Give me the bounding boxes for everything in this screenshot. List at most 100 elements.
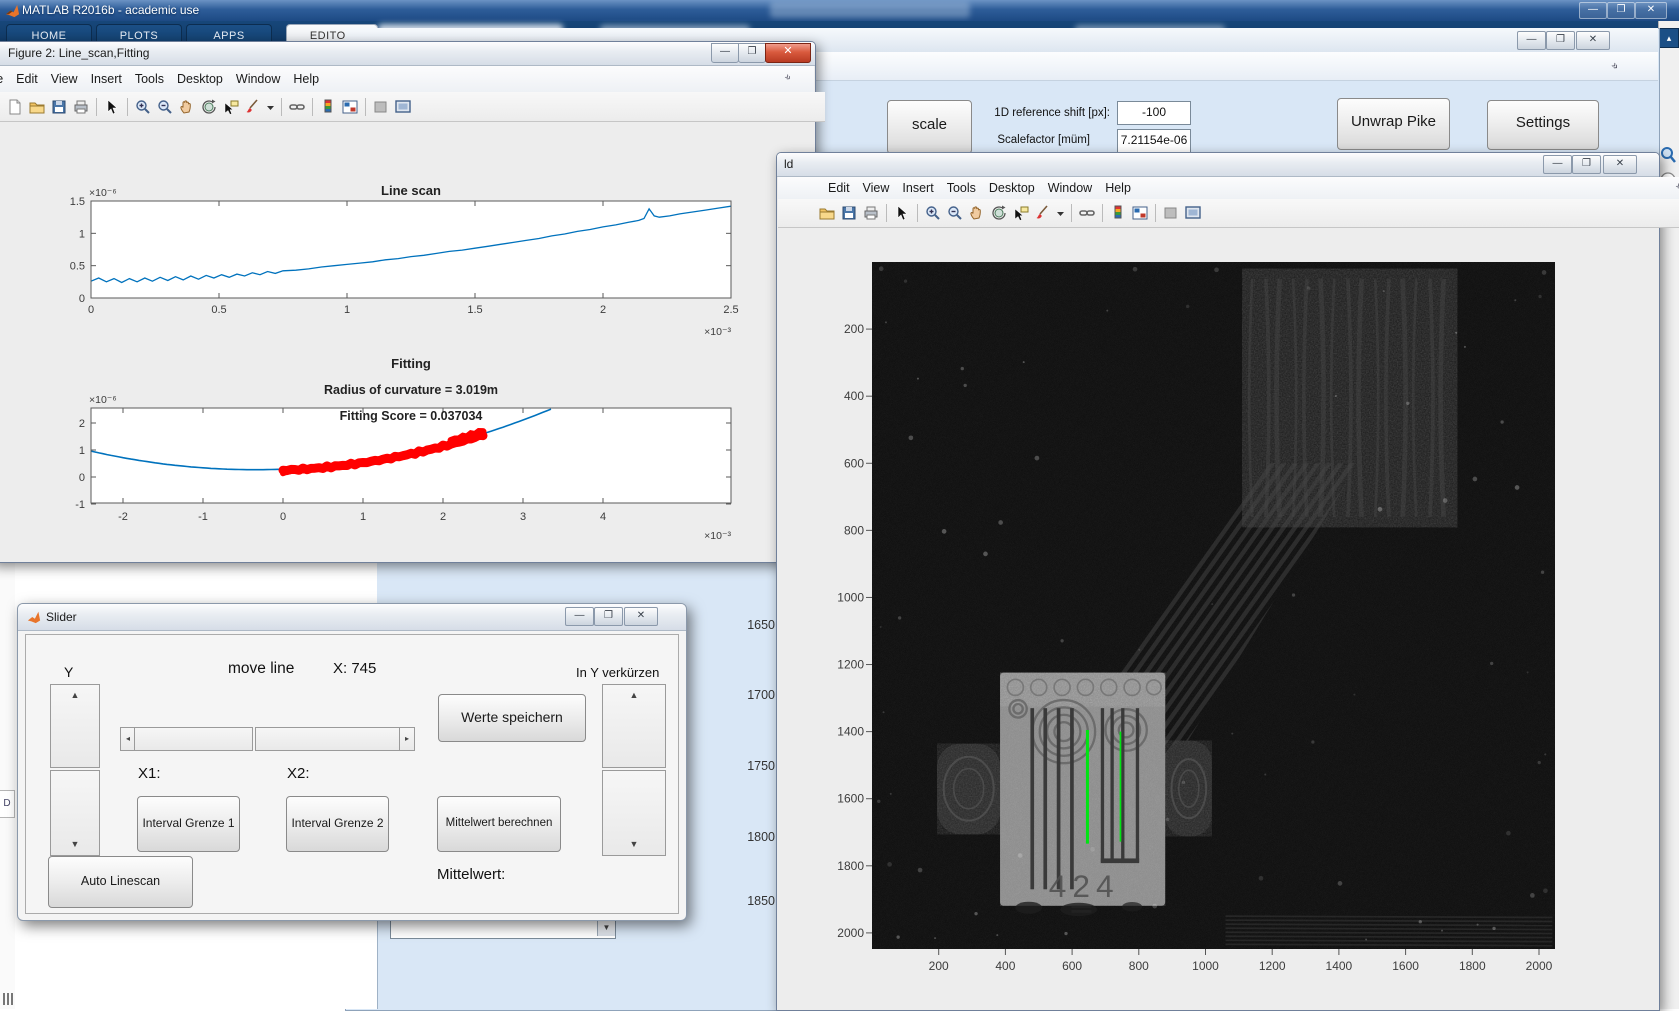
close-button[interactable]: ✕ xyxy=(624,607,658,626)
colorbar-icon[interactable] xyxy=(319,98,337,116)
main-title-bar: MATLAB R2016b - academic use — ❐ ✕ xyxy=(0,0,1679,21)
slider-track-left[interactable] xyxy=(134,727,253,751)
close-button[interactable]: ✕ xyxy=(1576,31,1610,50)
minimize-button[interactable]: — xyxy=(1543,155,1572,174)
menu-item-insert[interactable]: Insert xyxy=(902,181,933,195)
search-icon[interactable] xyxy=(1660,146,1677,164)
close-button[interactable]: ✕ xyxy=(1603,155,1637,174)
move-line-label: move line xyxy=(228,660,294,678)
restore-button[interactable]: ❐ xyxy=(1572,155,1601,174)
maximize-button[interactable]: ❐ xyxy=(1607,2,1635,19)
dock-arrow-icon[interactable]: » xyxy=(1609,60,1622,73)
menu-item-view[interactable]: View xyxy=(51,72,78,86)
menu-item-view[interactable]: View xyxy=(863,181,890,195)
data-cursor-icon[interactable] xyxy=(222,98,240,116)
menu-item-desktop[interactable]: Desktop xyxy=(989,181,1035,195)
menu-item-desktop[interactable]: Desktop xyxy=(177,72,223,86)
rotate-3d-icon[interactable] xyxy=(990,204,1008,222)
menu-item-edit[interactable]: Edit xyxy=(828,181,850,195)
save-icon[interactable] xyxy=(840,204,858,222)
interval-limit1-button[interactable]: Interval Grenze 1 xyxy=(137,796,240,852)
image-figure-title-bar[interactable]: ld xyxy=(777,153,1659,177)
y-scroll-up[interactable]: ▲ xyxy=(50,684,100,768)
data-cursor-icon[interactable] xyxy=(1012,204,1030,222)
save-values-button[interactable]: Werte speichern xyxy=(438,694,586,742)
slider-title-bar[interactable]: Slider — ❐ ✕ xyxy=(18,604,686,631)
caret-down-icon[interactable] xyxy=(1056,204,1065,222)
reference-shift-field[interactable]: -100 xyxy=(1117,101,1191,125)
shorten-scroll-down[interactable]: ▼ xyxy=(602,770,666,856)
svg-text:1: 1 xyxy=(344,304,350,316)
close-button[interactable]: ✕ xyxy=(765,43,811,63)
menu-item-edit[interactable]: Edit xyxy=(16,72,38,86)
menu-item-window[interactable]: Window xyxy=(236,72,280,86)
svg-text:-1: -1 xyxy=(198,511,208,523)
calculate-mean-button[interactable]: Mittelwert berechnen xyxy=(437,796,561,852)
menu-item-tools[interactable]: Tools xyxy=(135,72,164,86)
new-file-icon[interactable] xyxy=(6,98,24,116)
dock-pin-icon[interactable]: ▴ xyxy=(1659,28,1679,48)
auto-linescan-button[interactable]: Auto Linescan xyxy=(48,856,193,908)
figure2-title-bar[interactable]: Figure 2: Line_scan,Fitting xyxy=(0,42,815,66)
unwrap-pike-button[interactable]: Unwrap Pike xyxy=(1337,98,1450,150)
minimize-button[interactable]: — xyxy=(565,607,594,626)
legend-icon[interactable] xyxy=(1131,204,1149,222)
arrow-cursor-icon[interactable] xyxy=(103,98,121,116)
zoom-out-icon[interactable] xyxy=(946,204,964,222)
dock-arrow-icon[interactable]: » xyxy=(1673,181,1679,193)
image-figure-title: ld xyxy=(784,157,793,171)
figure2-plots[interactable]: 00.511.522.500.511.5Line scan×10⁻⁶×10⁻³-… xyxy=(40,150,780,575)
link-plots-icon[interactable] xyxy=(288,98,306,116)
menu-item-tools[interactable]: Tools xyxy=(947,181,976,195)
legend-icon[interactable] xyxy=(341,98,359,116)
dock-gray-icon[interactable] xyxy=(372,98,390,116)
scalefactor-field[interactable]: 7.21154e-06 xyxy=(1117,129,1191,153)
pan-hand-icon[interactable] xyxy=(968,204,986,222)
dock-arrow-icon[interactable]: » xyxy=(782,72,794,84)
rotate-3d-icon[interactable] xyxy=(200,98,218,116)
dropdown-select[interactable]: ▼ xyxy=(390,919,616,939)
shorten-scroll-up[interactable]: ▲ xyxy=(602,684,666,768)
arrow-cursor-icon[interactable] xyxy=(893,204,911,222)
print-icon[interactable] xyxy=(72,98,90,116)
open-folder-icon[interactable] xyxy=(28,98,46,116)
zoom-in-icon[interactable] xyxy=(924,204,942,222)
restore-button[interactable]: ❐ xyxy=(1546,31,1575,50)
chevron-down-icon[interactable]: ▼ xyxy=(597,920,615,936)
dock-monitor-icon[interactable] xyxy=(394,98,412,116)
link-plots-icon[interactable] xyxy=(1078,204,1096,222)
save-icon[interactable] xyxy=(50,98,68,116)
slider-track-right[interactable] xyxy=(255,727,401,751)
slider-right-arrow[interactable]: ▸ xyxy=(399,727,415,751)
minimize-button[interactable]: — xyxy=(1517,31,1546,50)
print-icon[interactable] xyxy=(862,204,880,222)
svg-text:600: 600 xyxy=(1062,959,1082,973)
colorbar-icon[interactable] xyxy=(1109,204,1127,222)
menu-item-help[interactable]: Help xyxy=(1105,181,1131,195)
caret-down-icon[interactable] xyxy=(266,98,275,116)
zoom-in-icon[interactable] xyxy=(134,98,152,116)
phase-image[interactable]: 424 xyxy=(872,262,1555,949)
minimize-button[interactable]: — xyxy=(1579,2,1607,19)
figure2-title: Figure 2: Line_scan,Fitting xyxy=(8,46,149,60)
menu-item-help[interactable]: Help xyxy=(293,72,319,86)
dock-gray-icon[interactable] xyxy=(1162,204,1180,222)
pan-hand-icon[interactable] xyxy=(178,98,196,116)
close-button[interactable]: ✕ xyxy=(1635,2,1667,19)
interval-limit2-button[interactable]: Interval Grenze 2 xyxy=(286,796,389,852)
zoom-out-icon[interactable] xyxy=(156,98,174,116)
restore-button[interactable]: ❐ xyxy=(738,43,766,63)
menu-item-insert[interactable]: Insert xyxy=(91,72,122,86)
collapsed-panel-tab[interactable]: D xyxy=(0,790,15,818)
open-folder-icon[interactable] xyxy=(818,204,836,222)
dock-monitor-icon[interactable] xyxy=(1184,204,1202,222)
settings-button[interactable]: Settings xyxy=(1487,100,1599,150)
menu-item-window[interactable]: Window xyxy=(1048,181,1092,195)
brush-icon[interactable] xyxy=(244,98,262,116)
minimize-button[interactable]: — xyxy=(711,43,739,63)
brush-icon[interactable] xyxy=(1034,204,1052,222)
menu-item-file[interactable]: File xyxy=(0,72,3,86)
restore-button[interactable]: ❐ xyxy=(594,607,623,626)
y-scroll-down[interactable]: ▼ xyxy=(50,770,100,856)
phase-image-axes[interactable]: 424 200400600800100012001400160018002000… xyxy=(820,230,1590,978)
